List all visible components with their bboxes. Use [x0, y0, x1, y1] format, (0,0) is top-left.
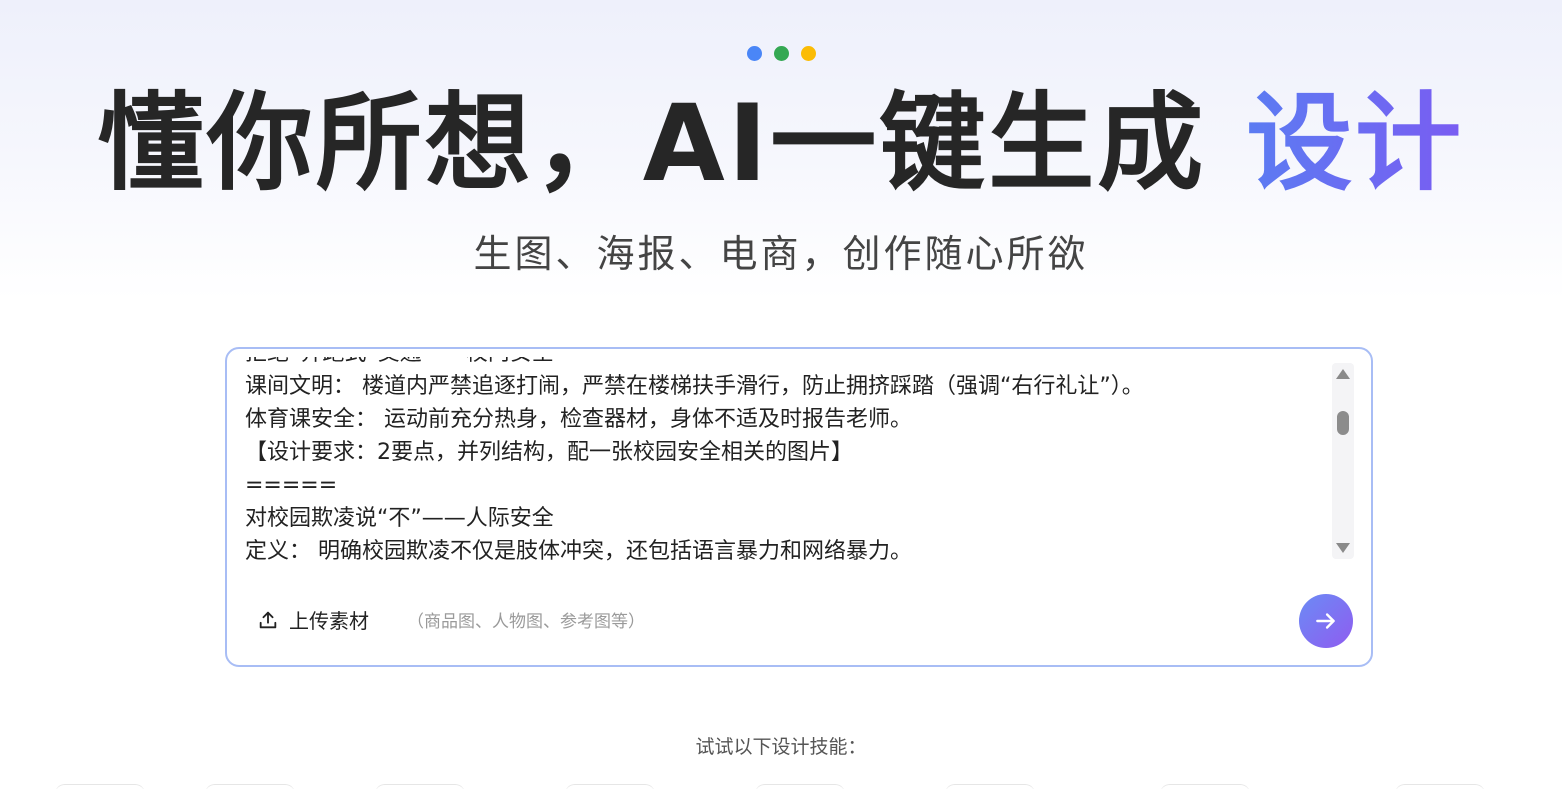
scroll-thumb[interactable]	[1337, 411, 1349, 435]
skill-chip[interactable]	[55, 784, 145, 789]
hero-title-accent: 设计	[1246, 82, 1465, 205]
skill-chip[interactable]	[1395, 784, 1485, 789]
skill-chip[interactable]	[1160, 784, 1250, 789]
upload-hint: （商品图、人物图、参考图等）	[407, 612, 645, 632]
send-button[interactable]	[1299, 594, 1353, 648]
upload-icon	[259, 611, 277, 628]
skills-label: 试试以下设计技能：	[695, 736, 867, 758]
skill-chip[interactable]	[945, 784, 1035, 789]
dot-yellow	[800, 46, 816, 61]
hero-title-ai: AI	[642, 82, 771, 205]
arrow-right-icon	[1316, 613, 1335, 629]
skill-chip[interactable]	[375, 784, 465, 789]
prompt-card: 拒绝“奔跑式”交通——校内安全 课间文明： 楼道内严禁追逐打闹，严禁在楼梯扶手滑…	[225, 347, 1373, 667]
upload-label: 上传素材	[289, 609, 369, 633]
prompt-text: 拒绝“奔跑式”交通——校内安全 课间文明： 楼道内严禁追逐打闹，严禁在楼梯扶手滑…	[245, 357, 1144, 561]
hero-title-main: 懂你所想，	[97, 82, 643, 205]
hero-title-rest: 一键生成	[770, 82, 1247, 205]
hero-title: 懂你所想，AI一键生成 设计	[0, 82, 1562, 206]
dot-green	[773, 46, 789, 61]
dot-blue	[746, 46, 762, 61]
prompt-textarea[interactable]: 拒绝“奔跑式”交通——校内安全 课间文明： 楼道内严禁追逐打闹，严禁在楼梯扶手滑…	[245, 357, 1325, 561]
upload-material-button[interactable]: 上传素材	[257, 605, 369, 634]
prompt-scrollbar[interactable]	[1332, 363, 1354, 559]
skill-chips-row	[0, 784, 1562, 789]
scroll-down-arrow-icon[interactable]	[1336, 543, 1350, 553]
skill-chip[interactable]	[205, 784, 295, 789]
hero-subtitle: 生图、海报、电商，创作随心所欲	[473, 232, 1089, 276]
skill-chip[interactable]	[565, 784, 655, 789]
brand-dots	[0, 46, 1562, 61]
scroll-up-arrow-icon[interactable]	[1336, 369, 1350, 379]
skill-chip[interactable]	[755, 784, 845, 789]
